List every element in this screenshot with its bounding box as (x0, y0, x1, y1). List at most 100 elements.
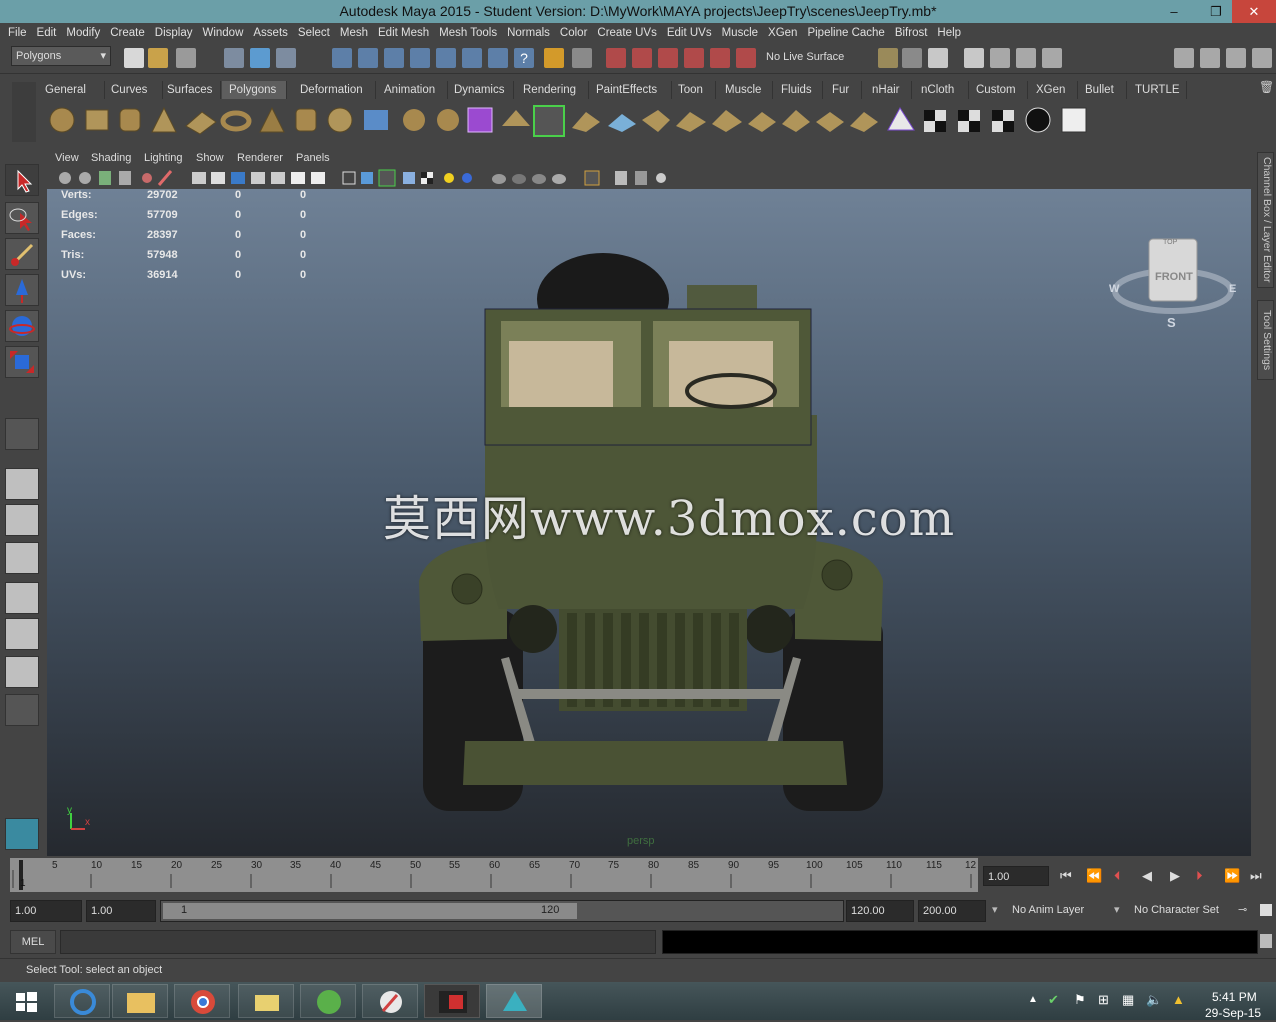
plane-icon[interactable] (185, 111, 217, 135)
anim-layer-chevron-icon[interactable]: ▾ (992, 903, 998, 916)
sphere-icon[interactable] (49, 107, 75, 133)
image-plane-icon[interactable] (119, 171, 131, 185)
new-scene-icon[interactable] (124, 48, 144, 68)
separate-icon[interactable] (403, 109, 425, 131)
step-forward-key-icon[interactable]: ⏵ (1196, 868, 1203, 884)
step-back-key-icon[interactable]: ⏴ (1114, 868, 1121, 884)
end-time-field[interactable]: 200.00 (918, 900, 986, 922)
close-button[interactable]: ✕ (1232, 0, 1276, 23)
menu-edit[interactable]: Edit (37, 27, 57, 39)
panel-menu-shading[interactable]: Shading (91, 152, 131, 164)
bookmark-icon[interactable] (99, 171, 111, 185)
google-drive-icon[interactable]: ▲ (1172, 992, 1185, 1007)
ipr-render-icon[interactable] (632, 48, 652, 68)
play-forwards-icon[interactable]: ▶ (1170, 868, 1180, 884)
key-icon[interactable]: ⊸ (1238, 903, 1247, 916)
select-hierarchy-icon[interactable] (224, 48, 244, 68)
viewcube[interactable]: TOP FRONT W S E (1109, 229, 1237, 339)
select-object-icon[interactable] (250, 48, 270, 68)
textured-icon[interactable] (403, 172, 415, 184)
smooth-shade-icon[interactable] (361, 172, 373, 184)
gate-mask-icon[interactable] (251, 172, 265, 184)
open-scene-icon[interactable] (148, 48, 168, 68)
helix-icon[interactable] (327, 107, 353, 133)
menu-edit-uvs[interactable]: Edit UVs (667, 27, 712, 39)
cone-icon[interactable] (151, 106, 177, 133)
tab-toon[interactable]: Toon (671, 81, 716, 99)
rotate-tool-icon[interactable] (5, 310, 39, 342)
safe-action-icon[interactable] (291, 172, 305, 184)
motion-blur-icon[interactable] (532, 174, 546, 184)
tab-ncloth[interactable]: nCloth (914, 81, 969, 99)
magnet-icon[interactable] (736, 48, 756, 68)
save-scene-icon[interactable] (176, 48, 196, 68)
paint-app-icon[interactable] (362, 984, 418, 1018)
uv-checker-icon-2[interactable] (958, 110, 980, 132)
uv-snapshot-icon[interactable] (1025, 107, 1051, 133)
all-lights-icon[interactable] (462, 173, 472, 183)
platonic-solid-icon[interactable] (467, 107, 493, 133)
offset-edge-loop-icon[interactable] (748, 112, 776, 132)
tab-turtle[interactable]: TURTLE (1128, 81, 1187, 99)
clock-time[interactable]: 5:41 PM (1212, 990, 1257, 1004)
lasso-tool-icon[interactable] (5, 202, 39, 234)
menu-pipeline-cache[interactable]: Pipeline Cache (807, 27, 884, 39)
auto-key-icon[interactable] (1260, 904, 1272, 916)
insert-edge-loop-icon[interactable] (712, 110, 742, 132)
move-tool-icon[interactable] (5, 274, 39, 306)
grid-icon[interactable] (192, 172, 206, 184)
step-back-frame-icon[interactable]: ⏪ (1086, 868, 1102, 884)
trash-icon[interactable]: 🗑 (1259, 80, 1274, 96)
shadows-icon[interactable] (492, 174, 506, 184)
extract-icon[interactable] (437, 109, 459, 131)
panel-menu-renderer[interactable]: Renderer (237, 152, 283, 164)
range-slider-handle[interactable] (163, 903, 577, 919)
utorrent-icon[interactable] (300, 984, 356, 1018)
last-tool-slot[interactable] (5, 418, 39, 450)
render-settings-icon[interactable] (488, 48, 508, 68)
poke-face-icon[interactable] (782, 110, 810, 132)
menu-select[interactable]: Select (298, 27, 330, 39)
viewcube-east-label[interactable]: E (1229, 283, 1236, 295)
select-tool-icon[interactable] (5, 164, 39, 196)
go-to-end-icon[interactable]: ⏭ (1250, 868, 1262, 884)
input-ops-icon[interactable] (572, 48, 592, 68)
render-globals-icon[interactable] (710, 48, 730, 68)
tool-settings-icon[interactable] (1252, 48, 1272, 68)
snap-view-plane-icon[interactable] (410, 48, 430, 68)
mirror-geometry-icon[interactable] (502, 110, 530, 126)
channel-box-tab[interactable]: Channel Box / Layer Editor (1257, 152, 1274, 288)
tab-rendering[interactable]: Rendering (516, 81, 589, 99)
bridge-icon[interactable] (608, 114, 636, 132)
show-hidden-icons-icon[interactable]: ▲ (1028, 994, 1038, 1005)
render-current-frame-icon[interactable] (606, 48, 626, 68)
snap-curve-icon[interactable] (358, 48, 378, 68)
menu-assets[interactable]: Assets (253, 27, 288, 39)
hypershade-icon[interactable] (684, 48, 704, 68)
tab-fur[interactable]: Fur (825, 81, 862, 99)
tab-curves[interactable]: Curves (104, 81, 163, 99)
viewcube-south-label[interactable]: S (1167, 315, 1176, 330)
default-lighting-icon[interactable] (444, 173, 454, 183)
tab-custom[interactable]: Custom (969, 81, 1028, 99)
extrude-icon[interactable] (572, 112, 600, 132)
minimize-button[interactable]: – (1160, 0, 1188, 23)
menu-normals[interactable]: Normals (507, 27, 550, 39)
start-time-field[interactable]: 1.00 (10, 900, 82, 922)
security-shield-icon[interactable]: ✔ (1048, 992, 1059, 1008)
snap-point-icon[interactable] (384, 48, 404, 68)
duplicate-face-icon[interactable] (850, 112, 878, 132)
volume-icon[interactable]: 🔈 (1146, 992, 1162, 1008)
viewcube-front-label[interactable]: FRONT (1155, 271, 1193, 283)
panel-menu-lighting[interactable]: Lighting (144, 152, 183, 164)
character-set-dropdown[interactable]: No Character Set (1130, 900, 1230, 922)
tab-bullet[interactable]: Bullet (1078, 81, 1127, 99)
camera-select-icon[interactable] (59, 172, 71, 184)
step-forward-frame-icon[interactable]: ⏩ (1224, 868, 1240, 884)
menu-xgen[interactable]: XGen (768, 27, 797, 39)
range-slider[interactable]: 1 120 (160, 900, 844, 922)
menu-help[interactable]: Help (937, 27, 961, 39)
append-icon[interactable] (642, 110, 670, 132)
pipe-icon[interactable] (295, 108, 317, 132)
paint-select-tool-icon[interactable] (5, 238, 39, 270)
